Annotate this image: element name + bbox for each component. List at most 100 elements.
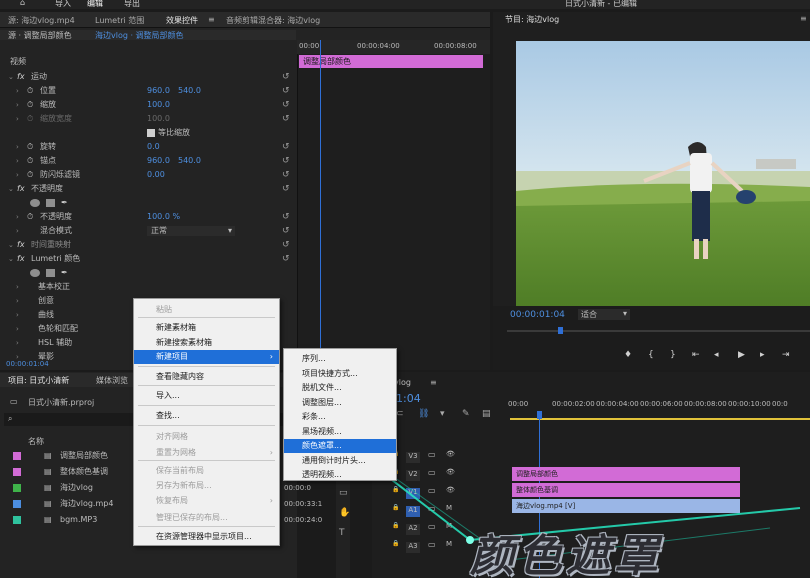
- reset-icon[interactable]: ↺: [282, 182, 290, 196]
- menu-icon[interactable]: ≡: [208, 15, 215, 24]
- tab-edit[interactable]: 编辑: [87, 0, 103, 9]
- reset-icon[interactable]: ↺: [282, 210, 290, 224]
- rect-mask-icon[interactable]: [46, 268, 55, 277]
- step-back-icon[interactable]: ◂: [714, 350, 719, 360]
- stopwatch-icon[interactable]: ⏱: [27, 84, 33, 98]
- effect-property-row[interactable]: › ⏱ 锚点 960.0 540.0 ↺: [0, 154, 296, 168]
- step-forward-icon[interactable]: ▸: [760, 350, 765, 360]
- submenu-item[interactable]: 透明视频...: [284, 468, 396, 482]
- ec-clip[interactable]: 调整局部颜色: [299, 55, 483, 68]
- marker-icon[interactable]: ♦: [624, 350, 632, 360]
- fx-icon[interactable]: fx: [17, 70, 25, 84]
- chevron-right-icon[interactable]: ›: [16, 154, 19, 168]
- program-timecode[interactable]: 00:00:01:04: [510, 310, 565, 320]
- chevron-down-icon[interactable]: ⌄: [8, 182, 14, 196]
- in-icon[interactable]: {: [648, 350, 654, 360]
- effect-property-row[interactable]: › ⏱ 位置 960.0 540.0 ↺: [0, 84, 296, 98]
- menu-icon[interactable]: ≡: [430, 378, 437, 387]
- reset-icon[interactable]: ↺: [282, 84, 290, 98]
- effect-property-row[interactable]: › ⏱ 防闪烁滤镜 0.00 ↺: [0, 168, 296, 182]
- chevron-right-icon[interactable]: ›: [16, 322, 19, 336]
- effect-property-row[interactable]: › 基本校正: [0, 280, 296, 294]
- pen-icon[interactable]: ✒: [61, 268, 68, 277]
- column-name[interactable]: 名称: [28, 436, 44, 447]
- captions-icon[interactable]: ▤: [482, 409, 491, 419]
- tab-import[interactable]: 导入: [55, 0, 71, 9]
- tab-lumetri-scopes[interactable]: Lumetri 范围: [95, 15, 144, 26]
- fx-icon[interactable]: fx: [17, 182, 25, 196]
- stopwatch-icon[interactable]: ⏱: [27, 168, 33, 182]
- blend-mode-select[interactable]: 正常 ▾: [147, 226, 235, 236]
- tab-source[interactable]: 源: 海边vlog.mp4: [8, 15, 75, 26]
- submenu-item[interactable]: 颜色遮罩...: [284, 439, 396, 453]
- reset-icon[interactable]: ↺: [282, 238, 290, 252]
- rect-mask-icon[interactable]: [46, 198, 55, 207]
- tab-effect-controls[interactable]: 效果控件: [166, 15, 198, 26]
- tab-audio-mixer[interactable]: 音频剪辑混合器: 海边vlog: [226, 15, 320, 26]
- reset-icon[interactable]: ↺: [282, 98, 290, 112]
- effect-header[interactable]: ⌄ fx 运动 ↺: [0, 70, 296, 84]
- property-value[interactable]: 0.00: [147, 168, 165, 182]
- chevron-right-icon[interactable]: ›: [16, 294, 19, 308]
- property-value[interactable]: 100.0: [147, 112, 170, 126]
- effect-header[interactable]: ⌄ fx 时间重映射 ↺: [0, 238, 296, 252]
- fx-icon[interactable]: fx: [17, 252, 25, 266]
- out-icon[interactable]: }: [670, 350, 676, 360]
- effect-property-row[interactable]: ✒: [0, 196, 296, 210]
- effect-property-row[interactable]: 等比缩放: [0, 126, 296, 140]
- chevron-right-icon[interactable]: ›: [16, 210, 19, 224]
- program-playhead[interactable]: [558, 327, 563, 334]
- fx-icon[interactable]: fx: [17, 238, 25, 252]
- timeline-timecode[interactable]: 1:04: [396, 392, 421, 405]
- property-value[interactable]: 960.0: [147, 154, 170, 168]
- menu-icon[interactable]: ≡: [800, 14, 807, 23]
- reset-icon[interactable]: ↺: [282, 252, 290, 266]
- chevron-right-icon[interactable]: ›: [16, 98, 19, 112]
- effect-property-row[interactable]: ✒: [0, 266, 296, 280]
- submenu-item[interactable]: 通用倒计时片头...: [284, 454, 396, 468]
- property-value[interactable]: 540.0: [178, 84, 201, 98]
- tab-export[interactable]: 导出: [124, 0, 140, 9]
- submenu-item[interactable]: 调整图层...: [284, 396, 396, 410]
- submenu-item[interactable]: 脱机文件...: [284, 381, 396, 395]
- property-value[interactable]: 540.0: [178, 154, 201, 168]
- submenu-item[interactable]: 序列...: [284, 352, 396, 366]
- effect-header[interactable]: ⌄ fx Lumetri 颜色 ↺: [0, 252, 296, 266]
- effect-property-row[interactable]: › ⏱ 缩放宽度 100.0 ↺: [0, 112, 296, 126]
- context-menu-item[interactable]: 查找...: [134, 409, 279, 423]
- property-value[interactable]: 960.0: [147, 84, 170, 98]
- effect-header[interactable]: ⌄ fx 不透明度 ↺: [0, 182, 296, 196]
- chevron-right-icon[interactable]: ›: [16, 112, 19, 126]
- checkbox[interactable]: [147, 129, 155, 137]
- property-value[interactable]: 100.0: [147, 98, 170, 112]
- context-menu-item[interactable]: 新建搜索素材箱: [134, 336, 279, 350]
- chevron-right-icon[interactable]: ›: [16, 140, 19, 154]
- submenu-item[interactable]: 黑场视频...: [284, 425, 396, 439]
- property-value[interactable]: 100.0 %: [147, 210, 180, 224]
- effect-property-row[interactable]: › ⏱ 不透明度 100.0 % ↺: [0, 210, 296, 224]
- tab-project[interactable]: 项目: 日式小清新: [8, 375, 69, 386]
- context-menu-item[interactable]: 新建项目 ›: [134, 350, 279, 364]
- reset-icon[interactable]: ↺: [282, 140, 290, 154]
- play-icon[interactable]: ▶: [738, 350, 745, 360]
- home-icon[interactable]: ⌂: [20, 0, 25, 7]
- wrench-icon[interactable]: ✎: [462, 409, 470, 419]
- work-area-bar[interactable]: [510, 418, 810, 420]
- pen-icon[interactable]: ✒: [61, 198, 68, 207]
- reset-icon[interactable]: ↺: [282, 112, 290, 126]
- chevron-down-icon[interactable]: ⌄: [8, 70, 14, 84]
- snap-icon[interactable]: ⊂: [396, 409, 404, 419]
- submenu-item[interactable]: 彩条...: [284, 410, 396, 424]
- chevron-down-icon[interactable]: ⌄: [8, 252, 14, 266]
- tab-media-browser[interactable]: 媒体浏览: [96, 375, 128, 386]
- reset-icon[interactable]: ↺: [282, 154, 290, 168]
- stopwatch-icon[interactable]: ⏱: [27, 154, 33, 168]
- chevron-right-icon[interactable]: ›: [16, 280, 19, 294]
- timeline-playhead-handle[interactable]: [537, 411, 542, 419]
- chevron-right-icon[interactable]: ›: [16, 168, 19, 182]
- chevron-right-icon[interactable]: ›: [16, 84, 19, 98]
- effect-property-row[interactable]: › 混合模式 正常 ▾ ↺: [0, 224, 296, 238]
- property-value[interactable]: 0.0: [147, 140, 160, 154]
- stopwatch-icon[interactable]: ⏱: [27, 210, 33, 224]
- chevron-right-icon[interactable]: ›: [16, 336, 19, 350]
